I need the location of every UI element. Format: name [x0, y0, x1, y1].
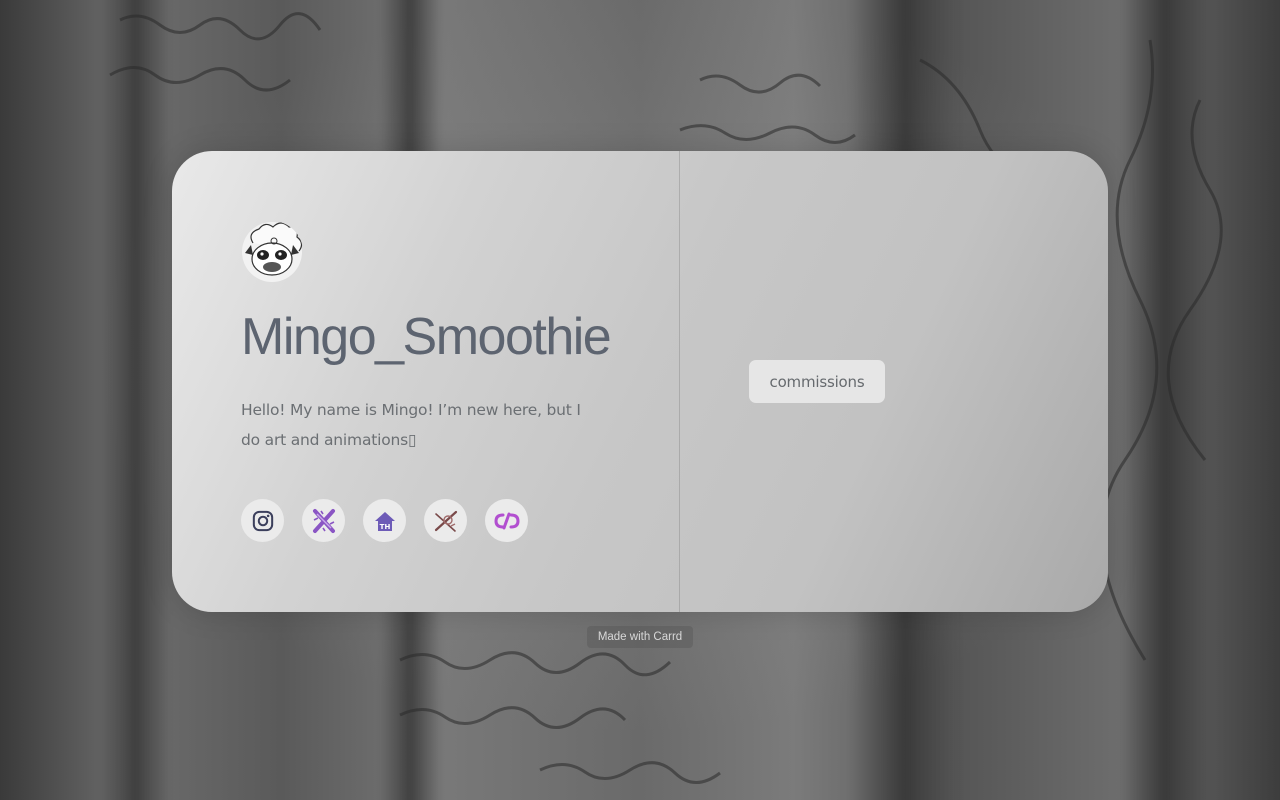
profile-section: Mingo_Smoothie Hello! My name is Mingo! … — [241, 221, 621, 455]
bio-text: Hello! My name is Mingo! I’m new here, b… — [241, 401, 581, 449]
svg-text:TH: TH — [379, 523, 390, 531]
sheep-avatar-icon — [242, 222, 303, 282]
x-link[interactable] — [302, 499, 345, 542]
toyhouse-icon: TH — [374, 511, 395, 531]
page-title: Mingo_Smoothie — [241, 308, 612, 366]
social-links: TH — [241, 499, 528, 542]
commissions-button[interactable]: commissions — [749, 360, 885, 403]
artfight-icon — [434, 510, 457, 532]
x-logo-icon — [312, 508, 335, 533]
made-with-carrd-link[interactable]: Made with Carrd — [587, 626, 693, 648]
artfight-link[interactable] — [424, 499, 467, 542]
picarto-link[interactable] — [485, 499, 528, 542]
picarto-icon — [493, 512, 520, 529]
instagram-link[interactable] — [241, 499, 284, 542]
toyhouse-link[interactable]: TH — [363, 499, 406, 542]
instagram-icon — [252, 510, 273, 531]
card-divider — [679, 151, 680, 612]
profile-card: Mingo_Smoothie Hello! My name is Mingo! … — [172, 151, 1108, 612]
